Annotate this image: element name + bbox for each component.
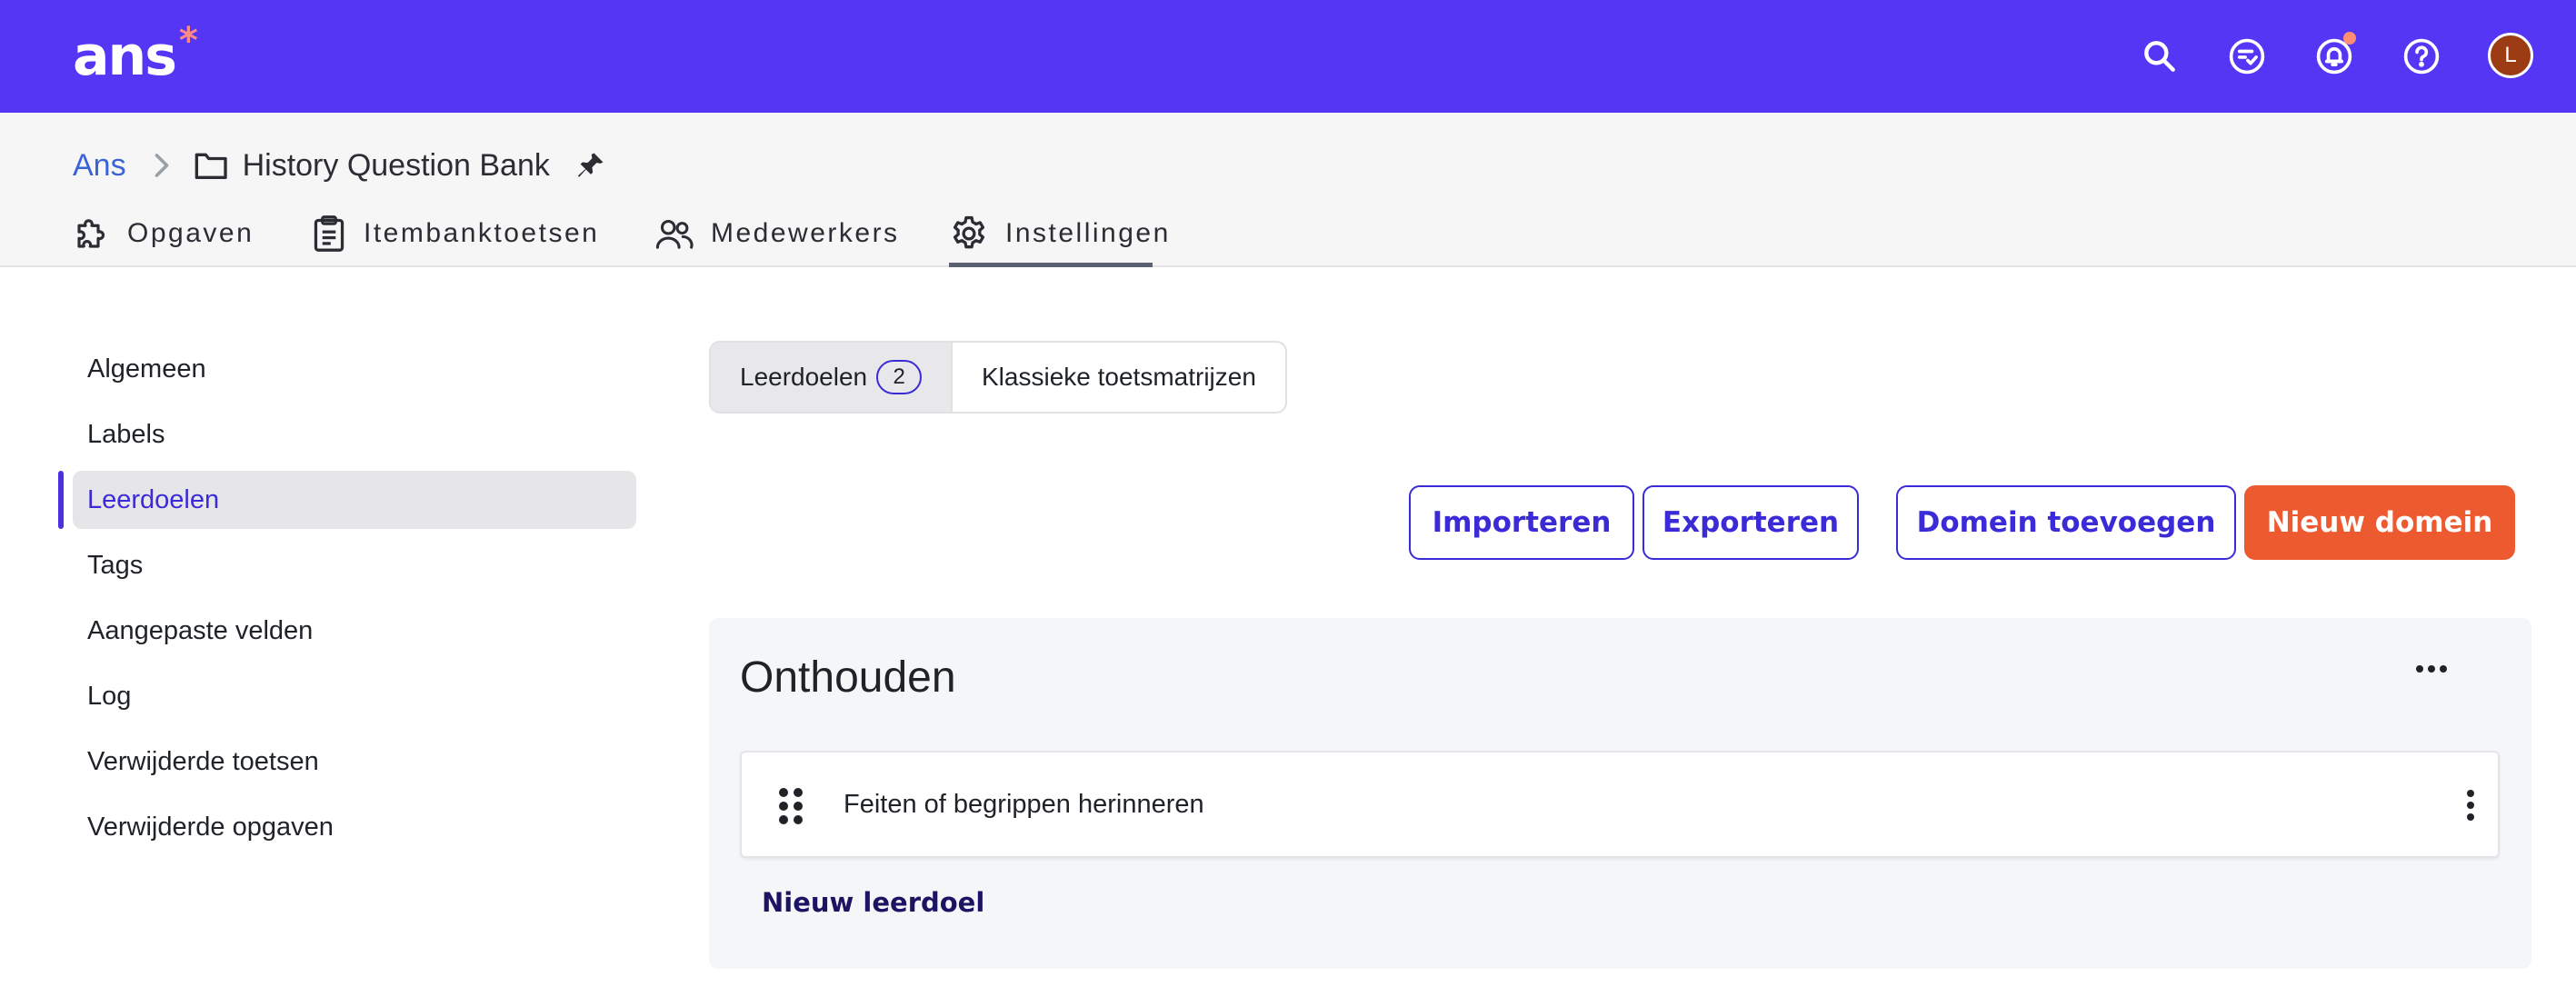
avatar-initial: L [2504,43,2517,67]
sidebar-item-leerdoelen[interactable]: Leerdoelen [73,471,636,529]
segment-klassieke-toetsmatrijzen[interactable]: Klassieke toetsmatrijzen [953,343,1285,412]
more-vertical-icon[interactable] [2460,782,2481,829]
search-icon[interactable] [2138,35,2182,78]
sidebar-item-label: Algemeen [87,354,206,384]
sidebar-item-labels[interactable]: Labels [73,405,636,464]
breadcrumb-root-link[interactable]: Ans [73,148,126,184]
tab-label: Instellingen [1005,218,1171,248]
logo-asterisk: * [178,20,198,62]
tab-opgaven[interactable]: Opgaven [73,200,254,267]
breadcrumb: Ans History Question Bank [73,138,606,193]
notification-dot [2343,32,2356,45]
tab-instellingen[interactable]: Instellingen [949,200,1168,267]
sidebar-item-label: Labels [87,419,165,449]
sidebar-item-label: Log [87,681,132,711]
learning-goal-label: Feiten of begrippen herinneren [844,789,1204,819]
chevron-right-icon [152,152,172,179]
sidebar-item-aangepaste-velden[interactable]: Aangepaste velden [73,602,636,660]
tab-label: Medewerkers [711,218,900,248]
bell-icon[interactable] [2312,32,2356,78]
pin-icon[interactable] [575,150,606,181]
new-domain-button[interactable]: Nieuw domein [2244,485,2515,560]
page-header: Ans History Question Bank Opgaven Itemba… [0,113,2576,267]
export-button[interactable]: Exporteren [1642,485,1859,560]
sidebar-item-label: Tags [87,550,144,580]
more-horizontal-icon[interactable] [2404,645,2459,693]
clipboard-icon [311,214,347,254]
tab-label: Opgaven [127,218,255,248]
view-switcher: Leerdoelen 2 Klassieke toetsmatrijzen [709,341,1287,414]
sidebar-item-label: Verwijderde toetsen [87,746,319,776]
sidebar-item-algemeen[interactable]: Algemeen [73,340,636,398]
gear-icon [949,214,989,254]
puzzle-icon [73,214,111,253]
tab-medewerkers[interactable]: Medewerkers [654,200,900,267]
add-domain-button[interactable]: Domein toevoegen [1896,485,2236,560]
segment-leerdoelen[interactable]: Leerdoelen 2 [711,343,951,412]
sidebar-item-log[interactable]: Log [73,667,636,725]
user-avatar[interactable]: L [2488,33,2533,78]
sidebar-item-tags[interactable]: Tags [73,536,636,594]
domain-title: Onthouden [740,653,956,702]
import-button[interactable]: Importeren [1409,485,1634,560]
learning-goal-row[interactable]: Feiten of begrippen herinneren [740,751,2500,858]
sidebar-item-label: Aangepaste velden [87,615,314,645]
users-icon [654,215,694,252]
sidebar-item-label: Leerdoelen [87,484,220,514]
sidebar-item-label: Verwijderde opgaven [87,812,334,842]
checklist-icon[interactable] [2225,35,2269,78]
segment-label: Leerdoelen [740,363,868,391]
domain-card: Onthouden Feiten of begrippen herinneren… [709,618,2531,969]
active-tab-indicator [949,263,1153,267]
folder-icon [194,150,230,181]
top-navigation-bar: ans * L [0,0,2576,113]
segment-label: Klassieke toetsmatrijzen [982,363,1256,391]
active-sidebar-indicator [58,471,64,529]
page-title: History Question Bank [242,147,550,183]
tab-itembanktoetsen[interactable]: Itembanktoetsen [311,200,599,267]
sidebar-item-verwijderde-toetsen[interactable]: Verwijderde toetsen [73,733,636,791]
tab-label: Itembanktoetsen [364,218,600,248]
ans-logo[interactable]: ans * [73,20,198,93]
sidebar-item-verwijderde-opgaven[interactable]: Verwijderde opgaven [73,798,636,856]
new-learning-goal-link[interactable]: Nieuw leerdoel [762,887,984,918]
count-badge: 2 [876,360,923,394]
logo-text: ans [73,25,177,88]
drag-handle-icon[interactable] [778,787,804,825]
help-icon[interactable] [2400,35,2443,78]
